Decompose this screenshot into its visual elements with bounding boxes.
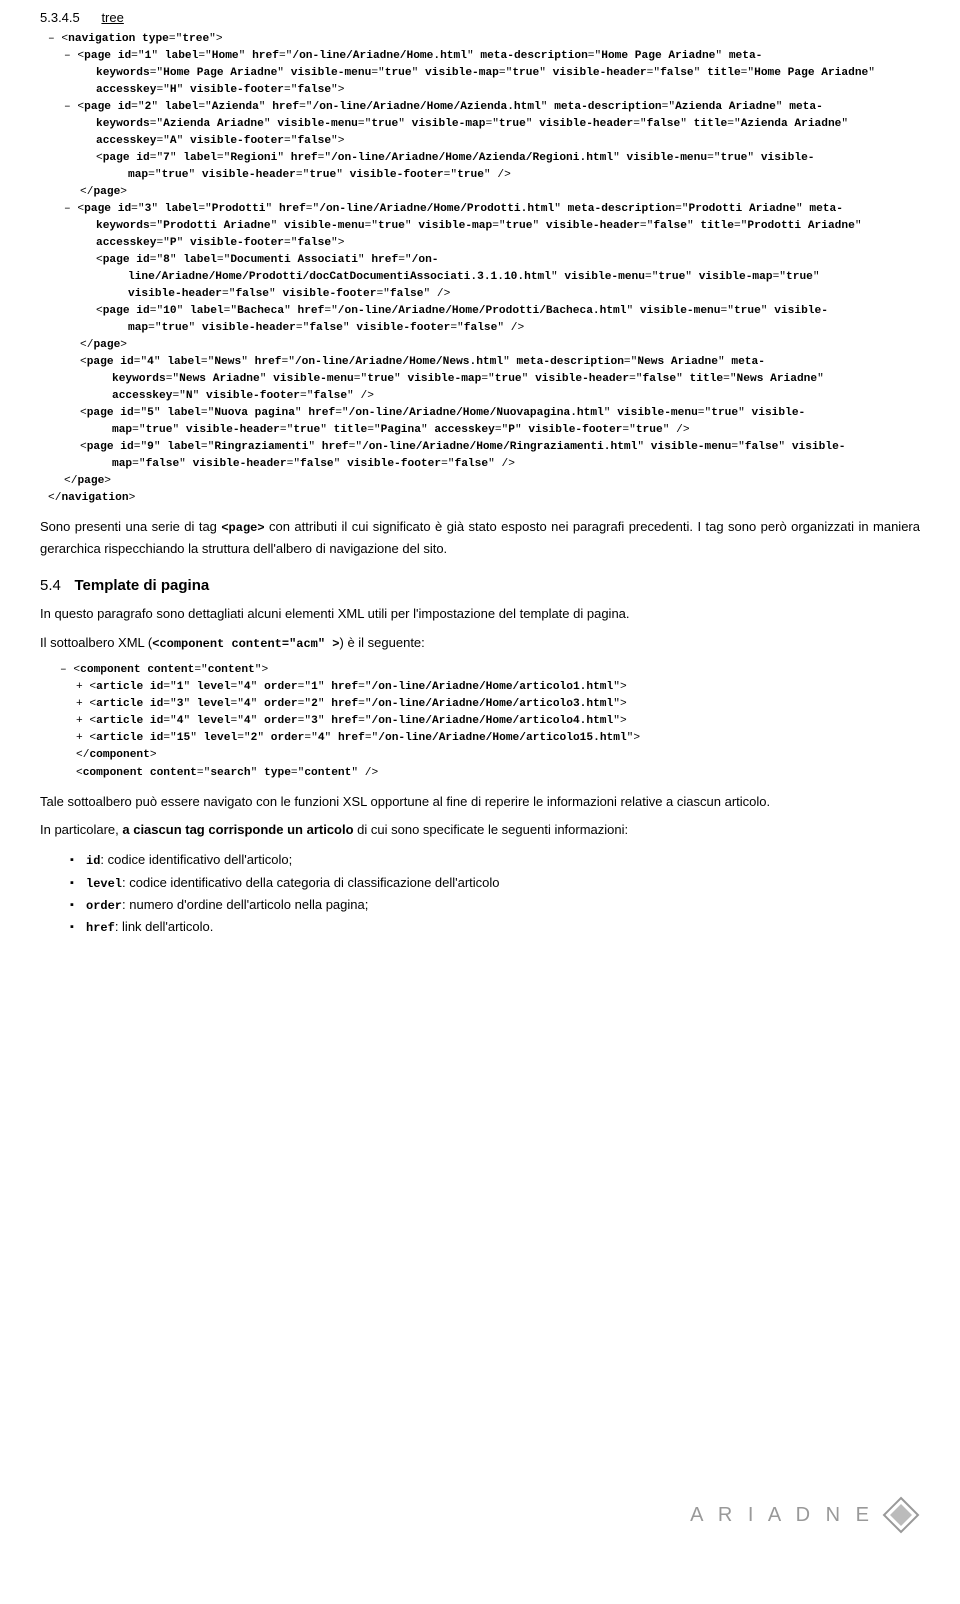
section-5-4-heading: 5.4 Template di pagina	[40, 577, 920, 594]
comp-line-4: + <article id="4" level="4" order="3" hr…	[60, 713, 920, 730]
comp-line-2: + <article id="1" level="4" order="1" hr…	[60, 679, 920, 696]
xml-line-24: map="true" visible-header="true" title="…	[48, 422, 920, 439]
section-5-4-num: 5.4	[40, 577, 61, 594]
xml-line-8: <page id="7" label="Regioni" href="/on-l…	[48, 150, 920, 167]
xml-line-9: map="true" visible-header="true" visible…	[48, 167, 920, 184]
paragraph-after-nav: Sono presenti una serie di tag <page> co…	[40, 517, 920, 559]
logo-area: A R I A D N E	[690, 1496, 920, 1534]
term-order: order	[86, 899, 122, 913]
xml-line-23: <page id="5" label="Nuova pagina" href="…	[48, 405, 920, 422]
section-5-4-title: Template di pagina	[74, 577, 209, 594]
xml-line-26: map="false" visible-header="false" visib…	[48, 456, 920, 473]
list-item-id: id: codice identificativo dell'articolo;	[70, 849, 920, 871]
xml-line-17: <page id="10" label="Bacheca" href="/on-…	[48, 303, 920, 320]
section-title: tree	[101, 10, 123, 25]
xml-line-1: – <navigation type="tree">	[48, 31, 920, 48]
comp-line-3: + <article id="3" level="4" order="2" hr…	[60, 696, 920, 713]
xml-line-18: map="true" visible-header="false" visibl…	[48, 320, 920, 337]
xml-line-25: <page id="9" label="Ringraziamenti" href…	[48, 439, 920, 456]
section-number: 5.3.4.5	[40, 10, 80, 25]
list-item-order: order: numero d'ordine dell'articolo nel…	[70, 894, 920, 916]
logo-icon	[882, 1496, 920, 1534]
xml-line-3: keywords="Home Page Ariadne" visible-men…	[48, 65, 920, 82]
comp-line-6: </component>	[60, 747, 920, 764]
xml-line-21: keywords="News Ariadne" visible-menu="tr…	[48, 371, 920, 388]
comp-line-7: <component content="search" type="conten…	[60, 765, 920, 782]
xml-line-15: line/Ariadne/Home/Prodotti/docCatDocumen…	[48, 269, 920, 286]
term-href: href	[86, 921, 115, 935]
logo-text: A R I A D N E	[690, 1504, 874, 1527]
inline-code-component: <component content="acm" >	[152, 637, 339, 651]
xml-line-27: </page>	[48, 473, 920, 490]
desc-id: : codice identificativo dell'articolo;	[100, 852, 292, 867]
bullet-list: id: codice identificativo dell'articolo;…	[70, 849, 920, 939]
xml-line-4: accesskey="H" visible-footer="false">	[48, 82, 920, 99]
xml-line-16: visible-header="false" visible-footer="f…	[48, 286, 920, 303]
navigation-xml-block: – <navigation type="tree"> – <page id="1…	[48, 31, 920, 507]
section-5-4-intro1: In questo paragrafo sono dettagliati alc…	[40, 604, 920, 625]
component-xml-block: – <component content="content"> + <artic…	[60, 662, 920, 781]
xml-line-13: accesskey="P" visible-footer="false">	[48, 235, 920, 252]
term-level: level	[86, 877, 122, 891]
xml-line-6: keywords="Azienda Ariadne" visible-menu=…	[48, 116, 920, 133]
comp-line-5: + <article id="15" level="2" order="4" h…	[60, 730, 920, 747]
desc-href: : link dell'articolo.	[115, 919, 214, 934]
xml-line-12: keywords="Prodotti Ariadne" visible-menu…	[48, 218, 920, 235]
xml-line-28: </navigation>	[48, 490, 920, 507]
xml-line-5: – <page id="2" label="Azienda" href="/on…	[48, 99, 920, 116]
xml-line-11: – <page id="3" label="Prodotti" href="/o…	[48, 201, 920, 218]
section-5-4-intro2: Il sottoalbero XML (<component content="…	[40, 633, 920, 654]
xml-line-22: accesskey="N" visible-footer="false" />	[48, 388, 920, 405]
xml-line-10: </page>	[48, 184, 920, 201]
paragraph-tale: Tale sottoalbero può essere navigato con…	[40, 792, 920, 813]
desc-level: : codice identificativo della categoria …	[122, 875, 500, 890]
list-item-href: href: link dell'articolo.	[70, 916, 920, 938]
xml-line-14: <page id="8" label="Documenti Associati"…	[48, 252, 920, 269]
term-id: id	[86, 854, 100, 868]
xml-line-7: accesskey="A" visible-footer="false">	[48, 133, 920, 150]
list-item-level: level: codice identificativo della categ…	[70, 872, 920, 894]
xml-line-2: – <page id="1" label="Home" href="/on-li…	[48, 48, 920, 65]
comp-line-1: – <component content="content">	[60, 662, 920, 679]
paragraph-particolare: In particolare, a ciascun tag corrispond…	[40, 820, 920, 841]
desc-order: : numero d'ordine dell'articolo nella pa…	[122, 897, 368, 912]
xml-line-19: </page>	[48, 337, 920, 354]
xml-line-20: <page id="4" label="News" href="/on-line…	[48, 354, 920, 371]
